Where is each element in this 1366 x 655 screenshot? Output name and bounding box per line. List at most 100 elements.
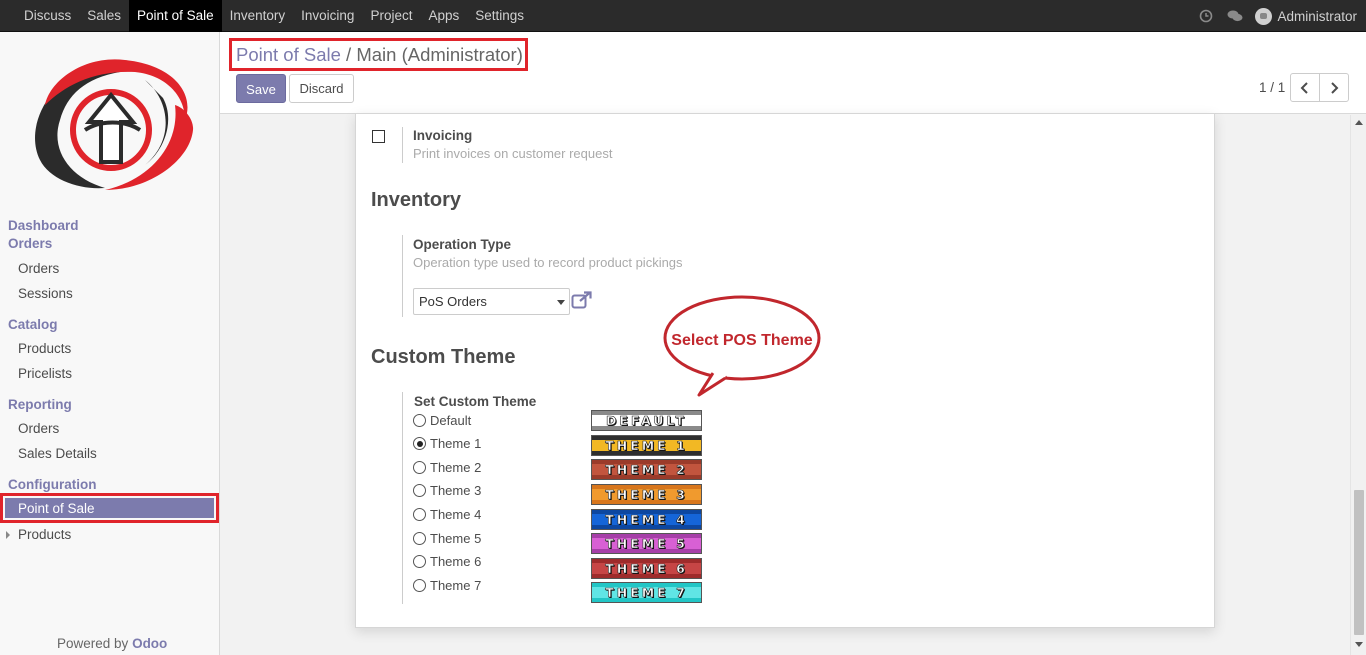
user-menu[interactable]: Administrator	[1255, 7, 1357, 25]
caret-down-icon	[557, 300, 565, 305]
powered-by-text: Powered by	[57, 636, 129, 651]
radio-button[interactable]	[413, 532, 426, 545]
theme-option-1[interactable]: Theme 1	[413, 436, 481, 451]
menu-invoicing[interactable]: Invoicing	[293, 0, 362, 32]
custom-theme-heading: Custom Theme	[371, 346, 516, 368]
sidebar-item-point-of-sale[interactable]: Point of Sale	[5, 498, 214, 518]
annotation-callout: Select POS Theme	[663, 295, 823, 398]
sidebar-item-pricelists[interactable]: Pricelists	[18, 366, 72, 381]
operation-type-label: Operation Type	[413, 237, 512, 252]
menu-project[interactable]: Project	[362, 0, 420, 32]
sidebar-heading-reporting[interactable]: Reporting	[8, 397, 72, 412]
radio-button[interactable]	[413, 414, 426, 427]
theme-option-7[interactable]: Theme 7	[413, 578, 481, 593]
discard-button[interactable]: Discard	[289, 74, 354, 103]
sidebar-heading-configuration[interactable]: Configuration	[8, 477, 96, 492]
theme-preview-badge: THEME 1	[591, 435, 702, 456]
sidebar-heading-catalog[interactable]: Catalog	[8, 317, 58, 332]
radio-button-selected[interactable]	[413, 437, 426, 450]
external-link-icon[interactable]	[571, 291, 593, 309]
menu-settings[interactable]: Settings	[467, 0, 532, 32]
menu-apps[interactable]: Apps	[420, 0, 467, 32]
theme-option-label: Theme 5	[430, 531, 482, 546]
radio-button[interactable]	[413, 484, 426, 497]
divider	[402, 235, 403, 317]
odoo-link[interactable]: Odoo	[132, 636, 167, 651]
sidebar: Dashboard Orders Orders Sessions Catalog…	[0, 32, 220, 655]
scroll-down-arrow-icon[interactable]	[1355, 642, 1363, 647]
radio-button[interactable]	[413, 508, 426, 521]
chevron-right-icon	[1331, 81, 1339, 94]
systray: Administrator	[1199, 0, 1357, 32]
theme-preview-badge: THEME 7	[591, 582, 702, 603]
theme-option-3[interactable]: Theme 3	[413, 483, 481, 498]
theme-option-label: Theme 2	[430, 460, 482, 475]
app-menu: Discuss Sales Point of Sale Inventory In…	[16, 0, 532, 32]
theme-option-label: Theme 6	[430, 554, 482, 569]
breadcrumb: Point of Sale / Main (Administrator)	[236, 44, 523, 66]
radio-button[interactable]	[413, 461, 426, 474]
theme-option-label: Theme 3	[430, 483, 482, 498]
radio-button[interactable]	[413, 555, 426, 568]
sidebar-item-config-products[interactable]: Products	[18, 527, 71, 542]
scrollbar[interactable]	[1350, 115, 1366, 655]
sidebar-item-reporting-orders[interactable]: Orders	[18, 421, 59, 436]
set-custom-theme-label: Set Custom Theme	[414, 394, 537, 409]
scroll-up-arrow-icon[interactable]	[1355, 120, 1363, 125]
breadcrumb-current: Main (Administrator)	[356, 44, 523, 65]
radio-button[interactable]	[413, 579, 426, 592]
sidebar-item-products[interactable]: Products	[18, 341, 71, 356]
menu-discuss[interactable]: Discuss	[16, 0, 79, 32]
menu-point-of-sale[interactable]: Point of Sale	[129, 0, 222, 32]
sidebar-item-point-of-sale-highlight[interactable]: Point of Sale	[0, 493, 219, 523]
pager-previous-button[interactable]	[1290, 73, 1320, 102]
annotation-text: Select POS Theme	[671, 332, 812, 349]
sidebar-heading-orders[interactable]: Orders	[8, 236, 52, 251]
theme-option-label: Theme 1	[430, 436, 482, 451]
scrollbar-thumb[interactable]	[1354, 490, 1364, 635]
theme-option-4[interactable]: Theme 4	[413, 507, 481, 522]
sidebar-item-sales-details[interactable]: Sales Details	[18, 446, 97, 461]
divider	[402, 392, 403, 604]
theme-preview-badge: DEFAULT	[591, 410, 702, 431]
breadcrumb-link[interactable]: Point of Sale	[236, 44, 341, 65]
save-button[interactable]: Save	[236, 74, 286, 103]
pager-next-button[interactable]	[1319, 73, 1349, 102]
theme-option-label: Default	[430, 413, 472, 428]
operation-type-select[interactable]: PoS Orders	[413, 288, 570, 315]
sidebar-heading-dashboard[interactable]: Dashboard	[8, 218, 79, 233]
theme-option-5[interactable]: Theme 5	[413, 531, 481, 546]
powered-by: Powered by Odoo	[57, 636, 167, 651]
sidebar-item-orders[interactable]: Orders	[18, 261, 59, 276]
sidebar-item-sessions[interactable]: Sessions	[18, 286, 73, 301]
clock-icon[interactable]	[1199, 9, 1213, 23]
invoicing-label: Invoicing	[413, 128, 473, 143]
theme-preview-badge: THEME 4	[591, 509, 702, 530]
user-name: Administrator	[1277, 8, 1357, 24]
inventory-heading: Inventory	[371, 189, 462, 211]
theme-preview-badge: THEME 2	[591, 459, 702, 480]
divider	[402, 127, 403, 163]
operation-type-value: PoS Orders	[419, 294, 487, 309]
avatar	[1255, 7, 1273, 25]
pager-buttons	[1290, 73, 1349, 102]
menu-sales[interactable]: Sales	[79, 0, 129, 32]
theme-option-label: Theme 7	[430, 578, 482, 593]
theme-option-6[interactable]: Theme 6	[413, 554, 481, 569]
control-panel: Point of Sale / Main (Administrator) Sav…	[220, 32, 1366, 114]
pager-value: 1 / 1	[1259, 80, 1286, 95]
breadcrumb-separator: /	[346, 44, 352, 65]
menu-inventory[interactable]: Inventory	[222, 0, 294, 32]
invoicing-checkbox[interactable]	[372, 130, 385, 143]
theme-option-default[interactable]: Default	[413, 413, 471, 428]
theme-option-label: Theme 4	[430, 507, 482, 522]
operation-type-help: Operation type used to record product pi…	[413, 255, 683, 270]
theme-option-2[interactable]: Theme 2	[413, 460, 481, 475]
top-navbar: Discuss Sales Point of Sale Inventory In…	[0, 0, 1366, 32]
theme-preview-badge: THEME 5	[591, 533, 702, 554]
company-logo	[25, 50, 197, 200]
invoicing-help: Print invoices on customer request	[413, 146, 613, 161]
theme-preview-badge: THEME 3	[591, 484, 702, 505]
chat-icon[interactable]	[1227, 9, 1243, 23]
expand-caret-icon[interactable]	[6, 531, 10, 539]
